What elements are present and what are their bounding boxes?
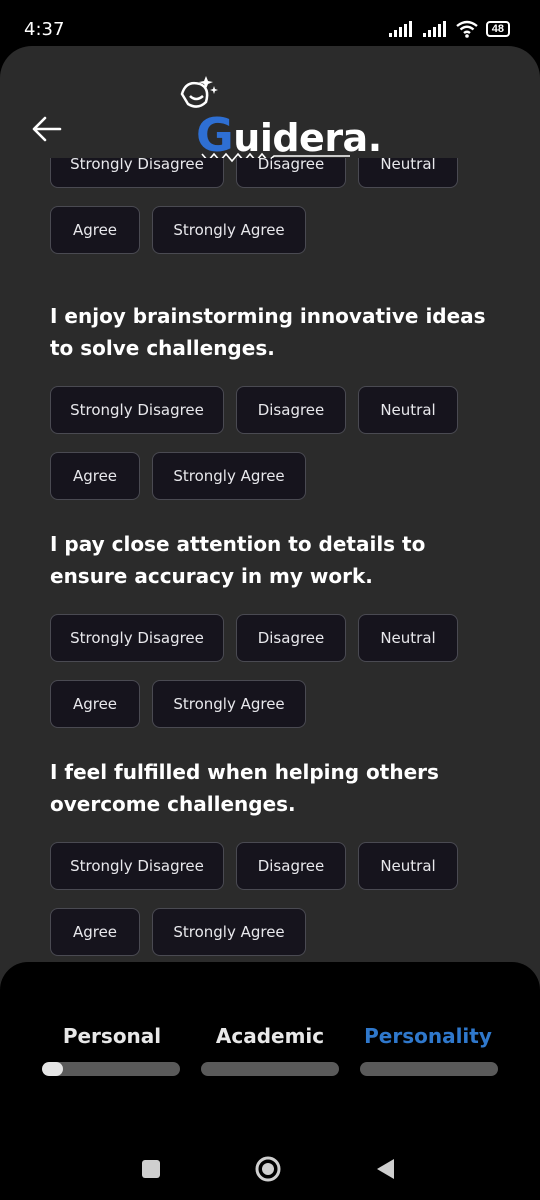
option-neutral[interactable]: Neutral	[358, 614, 458, 662]
option-agree[interactable]: Agree	[50, 908, 140, 956]
signal-icon	[388, 21, 412, 37]
question-card: I pay close attention to details to ensu…	[50, 528, 490, 728]
option-strongly-agree[interactable]: Strongly Agree	[152, 452, 306, 500]
option-disagree[interactable]: Disagree	[236, 614, 346, 662]
option-disagree[interactable]: Disagree	[236, 158, 346, 188]
question-text: I pay close attention to details to ensu…	[50, 532, 426, 588]
question-card: I feel fulfilled when helping others ove…	[50, 756, 490, 956]
status-icons: 48	[388, 20, 510, 38]
back-arrow-icon	[32, 116, 62, 142]
app-logo: Guidera.	[172, 68, 382, 168]
section-progress-panel: Personal Academic Personality	[0, 962, 540, 1200]
option-neutral[interactable]: Neutral	[358, 386, 458, 434]
status-time: 4:37	[24, 18, 65, 40]
signal-icon	[422, 21, 446, 37]
back-button[interactable]	[30, 112, 64, 146]
option-strongly-disagree[interactable]: Strongly Disagree	[50, 614, 224, 662]
recent-apps-button[interactable]	[136, 1154, 166, 1184]
progress-bar-academic	[201, 1062, 339, 1076]
option-strongly-agree[interactable]: Strongly Agree	[152, 908, 306, 956]
question-text: I feel fulfilled when helping others ove…	[50, 760, 439, 816]
tab-personality[interactable]: Personality	[358, 1024, 498, 1048]
home-button[interactable]	[253, 1154, 283, 1184]
back-triangle-icon	[377, 1159, 394, 1179]
question-card: I enjoy brainstorming innovative ideas t…	[50, 300, 490, 500]
option-strongly-agree[interactable]: Strongly Agree	[152, 206, 306, 254]
option-strongly-disagree[interactable]: Strongly Disagree	[50, 386, 224, 434]
tab-academic[interactable]: Academic	[200, 1024, 340, 1048]
option-disagree[interactable]: Disagree	[236, 386, 346, 434]
option-disagree[interactable]: Disagree	[236, 842, 346, 890]
option-agree[interactable]: Agree	[50, 680, 140, 728]
progress-fill	[42, 1062, 63, 1076]
option-strongly-disagree[interactable]: Strongly Disagree	[50, 158, 224, 188]
wifi-icon	[456, 20, 478, 38]
home-circle-icon	[255, 1156, 281, 1182]
tab-personal[interactable]: Personal	[42, 1024, 182, 1048]
progress-bar-personal	[42, 1062, 180, 1076]
option-strongly-agree[interactable]: Strongly Agree	[152, 680, 306, 728]
questions-list[interactable]: Strongly Disagree Disagree Neutral Agree…	[0, 158, 540, 958]
square-nav-icon	[142, 1160, 160, 1178]
battery-indicator: 48	[485, 21, 510, 37]
option-agree[interactable]: Agree	[50, 206, 140, 254]
system-back-button[interactable]	[370, 1154, 400, 1184]
question-text: I enjoy brainstorming innovative ideas t…	[50, 304, 486, 360]
option-strongly-disagree[interactable]: Strongly Disagree	[50, 842, 224, 890]
option-neutral[interactable]: Neutral	[358, 158, 458, 188]
option-agree[interactable]: Agree	[50, 452, 140, 500]
logo-mascot-icon	[180, 76, 218, 108]
progress-bar-personality	[360, 1062, 498, 1076]
option-neutral[interactable]: Neutral	[358, 842, 458, 890]
